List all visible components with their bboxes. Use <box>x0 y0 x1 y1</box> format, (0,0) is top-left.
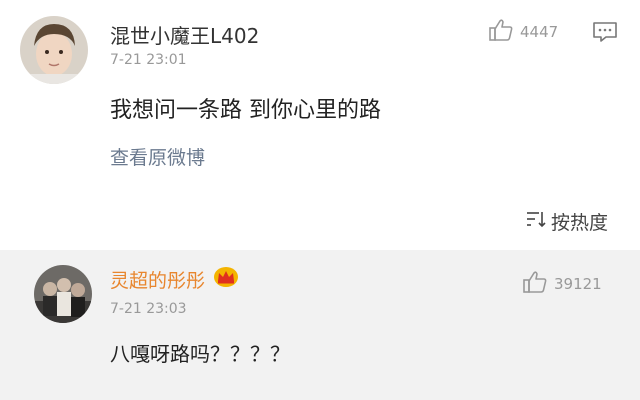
timestamp: 7-21 23:01 <box>110 52 187 68</box>
username[interactable]: 混世小魔王L402 <box>110 20 259 49</box>
view-original-link[interactable]: 查看原微博 <box>110 143 205 170</box>
sort-by-hot-button[interactable]: 按热度 <box>525 208 608 235</box>
comment-icon[interactable] <box>592 20 618 48</box>
reply-comment: 灵超的彤彤 7-21 23:03 39121 八嘎呀路吗？？？？ <box>0 250 640 400</box>
main-post: 混世小魔王L402 7-21 23:01 4447 我想问一条路 到你心里的路 … <box>0 0 640 250</box>
username-text[interactable]: 灵超的彤彤 <box>110 266 205 293</box>
thumbs-up-icon <box>522 270 548 298</box>
reply-content: 八嘎呀路吗？？？？ <box>110 342 290 366</box>
like-count: 39121 <box>554 275 602 293</box>
like-count: 4447 <box>520 23 559 41</box>
avatar[interactable] <box>34 265 92 323</box>
like-button[interactable]: 39121 <box>522 270 602 298</box>
timestamp: 7-21 23:03 <box>110 301 187 317</box>
crown-icon <box>213 266 239 293</box>
username[interactable]: 灵超的彤彤 <box>110 266 239 293</box>
post-content: 我想问一条路 到你心里的路 <box>110 98 381 123</box>
sort-label: 按热度 <box>550 212 608 234</box>
avatar[interactable] <box>20 16 88 84</box>
thumbs-up-icon <box>488 18 514 46</box>
sort-icon <box>525 209 547 234</box>
like-button[interactable]: 4447 <box>488 18 558 46</box>
